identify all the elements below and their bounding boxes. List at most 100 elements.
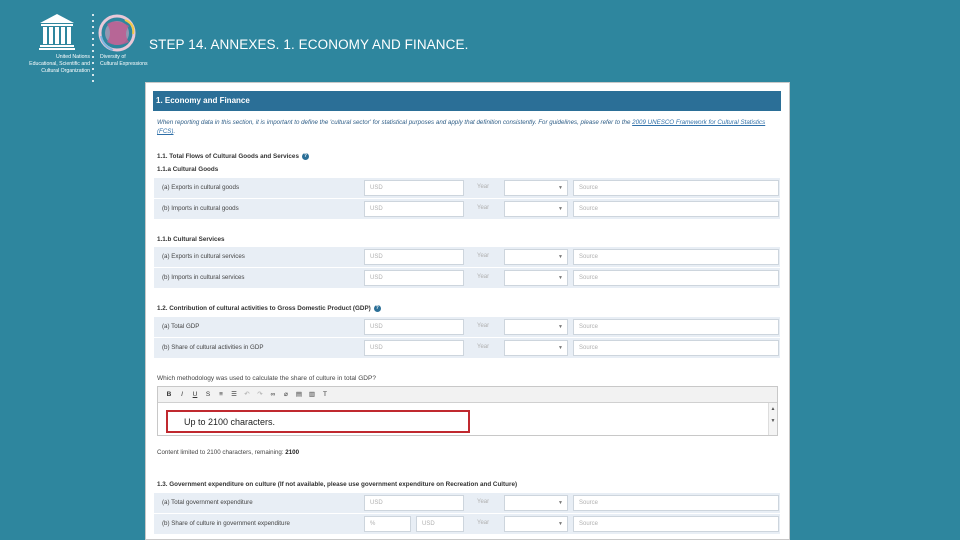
row-goods-exports: (a) Exports in cultural goods USD Year ▼… bbox=[154, 178, 780, 198]
year-select[interactable]: ▼ bbox=[504, 249, 568, 265]
logo-area: United Nations Educational, Scientific a… bbox=[10, 6, 148, 82]
year-select[interactable]: ▼ bbox=[504, 180, 568, 196]
slide-title: STEP 14. ANNEXES. 1. ECONOMY AND FINANCE… bbox=[149, 37, 469, 52]
percent-input[interactable]: % bbox=[364, 516, 411, 532]
help-icon[interactable]: ? bbox=[373, 305, 381, 312]
row-gov-share: (b) Share of culture in government expen… bbox=[154, 514, 780, 534]
intro-text: When reporting data in this section, it … bbox=[157, 118, 772, 136]
usd-input[interactable]: USD bbox=[364, 180, 464, 196]
unesco-name: United Nations Educational, Scientific a… bbox=[10, 54, 90, 75]
paste-text-icon[interactable]: ▤ bbox=[294, 390, 304, 400]
usd-input[interactable]: USD bbox=[416, 516, 464, 532]
convention-globe-logo bbox=[98, 14, 136, 52]
source-input[interactable]: Source bbox=[573, 340, 779, 356]
year-label: Year bbox=[477, 184, 490, 190]
row-gov-total: (a) Total government expenditure USD Yea… bbox=[154, 493, 780, 513]
convention-line-2: Cultural Expressions bbox=[100, 61, 148, 67]
year-label: Year bbox=[477, 520, 490, 526]
section-1-2-title: 1.2. Contribution of cultural activities… bbox=[157, 305, 381, 312]
year-label: Year bbox=[477, 323, 490, 329]
undo-icon[interactable]: ↶ bbox=[242, 390, 252, 400]
chevron-down-icon: ▼ bbox=[558, 206, 563, 212]
row-label: (a) Total GDP bbox=[162, 323, 200, 330]
row-label: (b) Imports in cultural services bbox=[162, 274, 245, 281]
chevron-down-icon: ▼ bbox=[558, 275, 563, 281]
help-icon[interactable]: ? bbox=[301, 153, 309, 160]
unlink-icon[interactable]: ⌀ bbox=[281, 390, 291, 400]
chevron-down-icon: ▼ bbox=[558, 500, 563, 506]
usd-input[interactable]: USD bbox=[364, 270, 464, 286]
section-1-1-title: 1.1. Total Flows of Cultural Goods and S… bbox=[157, 153, 309, 160]
usd-input[interactable]: USD bbox=[364, 495, 464, 511]
chevron-down-icon: ▼ bbox=[558, 521, 563, 527]
source-input[interactable]: Source bbox=[573, 180, 779, 196]
editor-toolbar: B I U S ≡ ☰ ↶ ↷ ∞ ⌀ ▤ ▥ T bbox=[158, 387, 777, 403]
row-label: (a) Exports in cultural services bbox=[162, 253, 245, 260]
source-input[interactable]: Source bbox=[573, 270, 779, 286]
year-select[interactable]: ▼ bbox=[504, 201, 568, 217]
row-goods-imports: (b) Imports in cultural goods USD Year ▼… bbox=[154, 199, 780, 219]
usd-input[interactable]: USD bbox=[364, 249, 464, 265]
year-select[interactable]: ▼ bbox=[504, 340, 568, 356]
chevron-down-icon: ▼ bbox=[558, 185, 563, 191]
source-input[interactable]: Source bbox=[573, 495, 779, 511]
chevron-down-icon: ▼ bbox=[558, 345, 563, 351]
editor-placeholder-text: Up to 2100 characters. bbox=[184, 417, 276, 427]
chevron-down-icon: ▼ bbox=[558, 254, 563, 260]
year-label: Year bbox=[477, 253, 490, 259]
year-select[interactable]: ▼ bbox=[504, 516, 568, 532]
bold-icon[interactable]: B bbox=[164, 390, 174, 400]
section-1-3-title: 1.3. Government expenditure on culture (… bbox=[157, 481, 518, 488]
unesco-line-2: Educational, Scientific and bbox=[29, 61, 90, 67]
clear-format-icon[interactable]: T bbox=[320, 390, 330, 400]
redo-icon[interactable]: ↷ bbox=[255, 390, 265, 400]
row-services-imports: (b) Imports in cultural services USD Yea… bbox=[154, 268, 780, 288]
section-1-2-label: 1.2. Contribution of cultural activities… bbox=[157, 305, 371, 313]
row-label: (b) Imports in cultural goods bbox=[162, 205, 239, 212]
italic-icon[interactable]: I bbox=[177, 390, 187, 400]
numbered-list-icon[interactable]: ☰ bbox=[229, 390, 239, 400]
row-label: (a) Total government expenditure bbox=[162, 499, 253, 506]
char-limit-text: Content limited to 2100 characters, rema… bbox=[157, 449, 299, 456]
year-label: Year bbox=[477, 344, 490, 350]
row-share-gdp: (b) Share of cultural activities in GDP … bbox=[154, 338, 780, 358]
year-label: Year bbox=[477, 205, 490, 211]
unesco-line-3: Cultural Organization bbox=[41, 68, 90, 74]
editor-scrollbar[interactable]: ▲ ▼ bbox=[768, 403, 777, 435]
limit-remaining: 2100 bbox=[285, 449, 300, 456]
year-select[interactable]: ▼ bbox=[504, 270, 568, 286]
source-input[interactable]: Source bbox=[573, 201, 779, 217]
row-label: (b) Share of culture in government expen… bbox=[162, 520, 290, 527]
strikethrough-icon[interactable]: S bbox=[203, 390, 213, 400]
form-panel: 1. Economy and Finance When reporting da… bbox=[145, 82, 790, 540]
editor-callout: Up to 2100 characters. bbox=[166, 410, 470, 433]
usd-input[interactable]: USD bbox=[364, 340, 464, 356]
intro-before-link: When reporting data in this section, it … bbox=[157, 119, 633, 126]
convention-line-1: Diversity of bbox=[100, 54, 126, 60]
source-input[interactable]: Source bbox=[573, 516, 779, 532]
limit-label: Content limited to 2100 characters, rema… bbox=[157, 449, 286, 456]
bullet-list-icon[interactable]: ≡ bbox=[216, 390, 226, 400]
panel-header: 1. Economy and Finance bbox=[153, 91, 781, 111]
usd-input[interactable]: USD bbox=[364, 201, 464, 217]
link-icon[interactable]: ∞ bbox=[268, 390, 278, 400]
methodology-question: Which methodology was used to calculate … bbox=[157, 375, 376, 382]
logo-separator bbox=[92, 14, 94, 82]
unesco-line-1: United Nations bbox=[55, 54, 90, 60]
paste-word-icon[interactable]: ▥ bbox=[307, 390, 317, 400]
year-select[interactable]: ▼ bbox=[504, 319, 568, 335]
row-label: (a) Exports in cultural goods bbox=[162, 184, 240, 191]
row-services-exports: (a) Exports in cultural services USD Yea… bbox=[154, 247, 780, 267]
usd-input[interactable]: USD bbox=[364, 319, 464, 335]
year-label: Year bbox=[477, 499, 490, 505]
chevron-down-icon: ▼ bbox=[558, 324, 563, 330]
section-1-1-label: 1.1. Total Flows of Cultural Goods and S… bbox=[157, 153, 299, 161]
intro-after-link: . bbox=[173, 128, 176, 135]
section-1-1b-title: 1.1.b Cultural Services bbox=[157, 236, 225, 243]
unesco-temple-logo bbox=[39, 14, 75, 50]
source-input[interactable]: Source bbox=[573, 319, 779, 335]
underline-icon[interactable]: U bbox=[190, 390, 200, 400]
year-select[interactable]: ▼ bbox=[504, 495, 568, 511]
section-1-1a-title: 1.1.a Cultural Goods bbox=[157, 166, 219, 173]
source-input[interactable]: Source bbox=[573, 249, 779, 265]
